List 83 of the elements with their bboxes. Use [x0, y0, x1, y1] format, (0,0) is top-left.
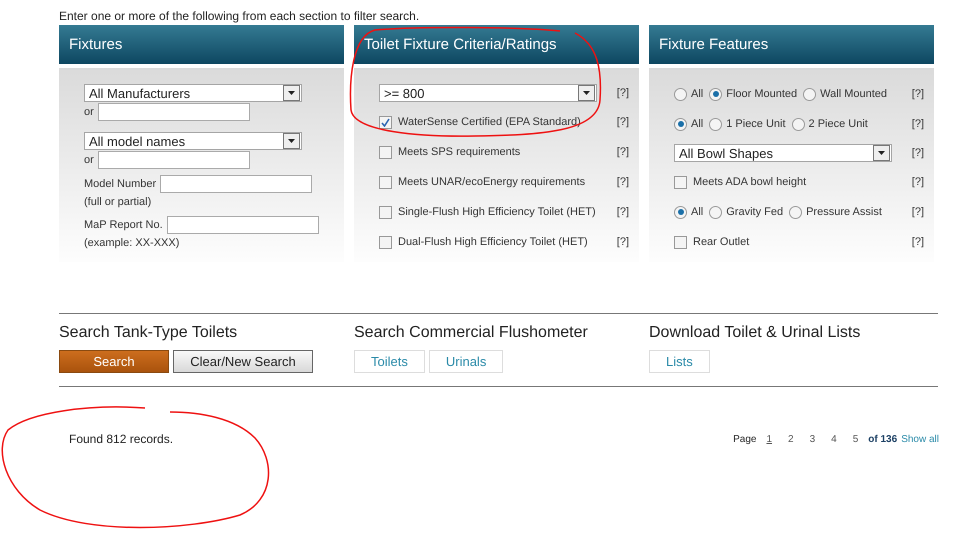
dropdown[interactable]: All model names — [84, 132, 302, 150]
caret-icon — [873, 145, 890, 161]
checkbox[interactable] — [674, 236, 687, 248]
checkbox-label: Dual-Flush High Efficiency Toilet (HET) — [398, 236, 588, 248]
checkbox-label: Meets ADA bowl height — [693, 176, 806, 188]
radio-button[interactable] — [709, 206, 722, 218]
radio-button[interactable] — [789, 206, 802, 218]
checkbox[interactable] — [674, 176, 687, 188]
link-button[interactable]: Lists — [649, 350, 710, 373]
help-link[interactable]: [?] — [912, 147, 924, 159]
panel-header: Fixtures — [59, 25, 344, 64]
help-link[interactable]: [?] — [616, 146, 629, 158]
radio-label: 1 Piece Unit — [726, 118, 786, 130]
panel-header: Fixture Features — [649, 25, 934, 64]
caret-icon — [578, 85, 595, 101]
radio-button[interactable] — [674, 206, 687, 218]
help-link[interactable]: [?] — [912, 206, 924, 218]
dropdown[interactable]: All Manufacturers — [84, 84, 302, 102]
help-link[interactable]: [?] — [616, 176, 629, 188]
page-total: of 136 — [868, 434, 898, 444]
field-label: Model Number — [84, 178, 156, 190]
radio-label: 2 Piece Unit — [808, 118, 868, 130]
radio-button[interactable] — [709, 118, 722, 130]
page-link[interactable]: 3 — [804, 434, 822, 444]
page-link[interactable]: 5 — [846, 434, 864, 444]
help-link[interactable]: [?] — [616, 87, 629, 99]
checkbox[interactable] — [379, 116, 392, 128]
radio-button[interactable] — [792, 118, 805, 130]
radio-label: Wall Mounted — [820, 88, 888, 100]
search-button[interactable]: Search — [59, 350, 169, 373]
checkbox-label: Single-Flush High Efficiency Toilet (HET) — [398, 206, 596, 218]
help-link[interactable]: [?] — [912, 176, 924, 188]
radio-label: Pressure Assist — [806, 206, 882, 218]
help-link[interactable]: [?] — [616, 116, 629, 128]
caret-icon — [283, 85, 300, 101]
radio-button[interactable] — [709, 88, 722, 100]
checkbox[interactable] — [379, 176, 392, 188]
checkbox[interactable] — [379, 236, 392, 248]
page-link[interactable]: 1 — [760, 434, 778, 444]
text-field[interactable] — [98, 103, 250, 121]
radio-label: All — [691, 206, 704, 218]
instructions-text: Enter one or more of the following from each section to filter search. — [59, 9, 420, 25]
checkbox[interactable] — [379, 206, 392, 218]
help-link[interactable]: [?] — [912, 236, 924, 248]
show-all-link[interactable]: Show all — [901, 434, 939, 444]
or-label: or — [84, 154, 94, 166]
page-link[interactable]: 2 — [782, 434, 800, 444]
page-label: Page — [733, 434, 756, 444]
results-count: Found 812 records. — [69, 432, 174, 446]
link-button[interactable]: Toilets — [354, 350, 425, 373]
radio-button[interactable] — [803, 88, 816, 100]
checkbox-label: Meets SPS requirements — [398, 146, 520, 158]
help-link[interactable]: [?] — [912, 118, 924, 130]
caret-icon — [283, 133, 300, 149]
text-field[interactable] — [166, 216, 319, 234]
panel-header: Toilet Fixture Criteria/Ratings — [354, 25, 639, 64]
field-hint: (example: XX-XXX) — [84, 237, 180, 249]
or-label: or — [84, 106, 94, 118]
checkbox-label: WaterSense Certified (EPA Standard) — [398, 116, 581, 128]
section-title: Search Tank-Type Toilets — [59, 324, 238, 342]
link-button[interactable]: Urinals — [428, 350, 504, 373]
help-link[interactable]: [?] — [616, 236, 629, 248]
field-hint: (full or partial) — [84, 196, 152, 208]
dropdown[interactable]: All Bowl Shapes — [674, 144, 892, 162]
radio-button[interactable] — [674, 118, 687, 130]
radio-label: Gravity Fed — [726, 206, 784, 218]
help-link[interactable]: [?] — [616, 206, 629, 218]
help-link[interactable]: [?] — [912, 88, 924, 100]
checkbox-label: Meets UNAR/ecoEnergy requirements — [398, 176, 586, 188]
clear-button[interactable]: Clear/New Search — [173, 350, 313, 373]
radio-button[interactable] — [674, 88, 687, 100]
text-field[interactable] — [98, 151, 250, 169]
radio-label: All — [691, 88, 704, 100]
dropdown[interactable]: >= 800 — [379, 84, 597, 102]
section-title: Download Toilet & Urinal Lists — [649, 324, 862, 342]
radio-label: Floor Mounted — [726, 88, 798, 100]
field-label: MaP Report No. — [84, 219, 163, 231]
checkbox-label: Rear Outlet — [693, 236, 750, 248]
checkbox[interactable] — [379, 146, 392, 158]
radio-label: All — [691, 118, 704, 130]
text-field[interactable] — [160, 175, 312, 193]
page-link[interactable]: 4 — [825, 434, 843, 444]
section-title: Search Commercial Flushometer — [354, 324, 589, 342]
